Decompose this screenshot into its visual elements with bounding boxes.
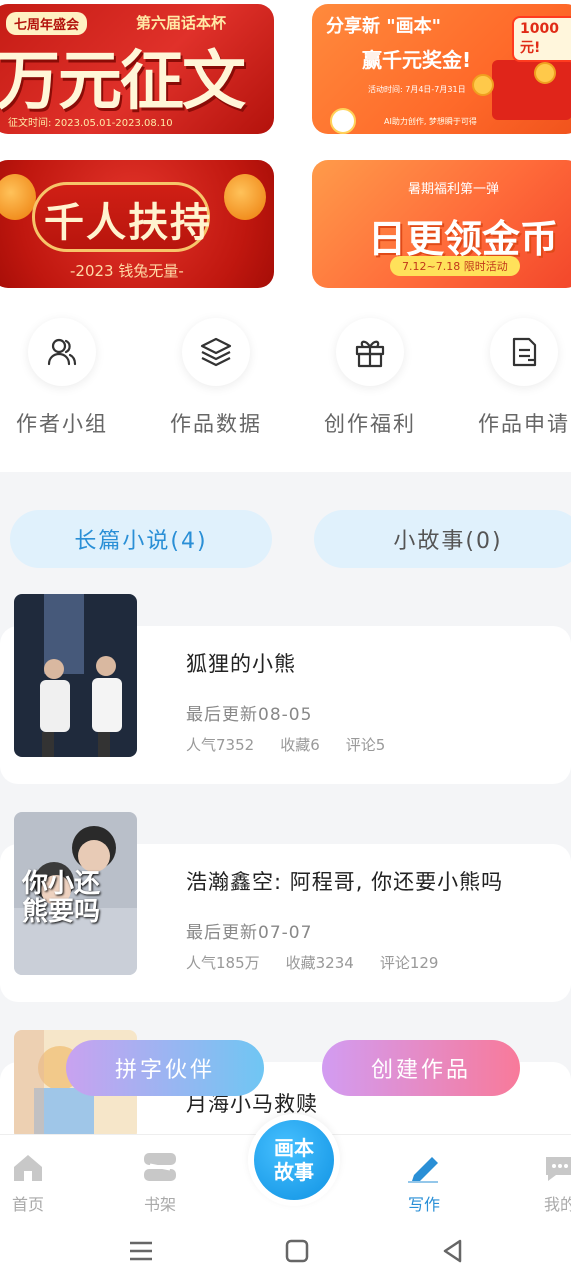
work-comments: 评论5 [345, 736, 386, 754]
work-updated: 最后更新08-05 [186, 705, 313, 725]
work-popularity: 人气185万 [186, 954, 260, 972]
banner-essay-contest[interactable]: 七周年盛会 第六届话本杯 万元征文 征文时间: 2023.05.01-2023.… [0, 4, 274, 134]
back-icon[interactable] [440, 1238, 466, 1264]
banner-title: 万元征文 [0, 44, 246, 119]
banner-subtitle: 赢千元奖金! [362, 48, 472, 72]
quick-author-group[interactable]: 作者小组 [12, 318, 112, 438]
prize-badge: 1000元! [512, 16, 571, 62]
quick-label: 作品申请 [478, 412, 570, 436]
banner-title: 分享新 "画本" [326, 16, 442, 37]
coin-icon [472, 74, 494, 96]
nav-center-label: 画本故事 [274, 1136, 314, 1184]
home-icon [14, 1155, 42, 1181]
mascot-logo [330, 108, 356, 134]
partner-button[interactable]: 拼字伙伴 [66, 1040, 264, 1096]
cover-title: 你小还熊要吗 [22, 869, 101, 927]
system-nav-bar [0, 1224, 571, 1280]
users-icon [28, 318, 96, 386]
nav-home[interactable]: 首页 [0, 1151, 68, 1215]
nav-center-story-button[interactable]: 画本故事 [248, 1114, 340, 1206]
nav-bookshelf[interactable]: 书架 [120, 1151, 200, 1215]
nav-label: 写作 [407, 1195, 440, 1214]
nav-label: 首页 [11, 1195, 44, 1214]
quick-work-application[interactable]: 作品申请 [474, 318, 571, 438]
quick-label: 创作福利 [324, 412, 416, 436]
quick-entries: 作者小组 作品数据 创作福利 作品申请 [0, 318, 571, 448]
tab-long-novels[interactable]: 长篇小说(4) [10, 510, 272, 568]
create-work-button[interactable]: 创建作品 [322, 1040, 520, 1096]
work-cover[interactable]: 你小还熊要吗 [14, 812, 137, 975]
nav-label: 书架 [143, 1195, 176, 1214]
work-popularity: 人气7352 [186, 736, 255, 754]
nav-mine[interactable]: 我的 [520, 1151, 571, 1215]
banner-title: 日更领金币 [368, 217, 559, 261]
banner-daily-update-coins[interactable]: 暑期福利第一弹 日更领金币 7.12~7.18 限时活动 [312, 160, 571, 288]
work-stats: 人气185万 收藏3234 评论129 [186, 952, 464, 973]
banner-date: 活动时间: 7月4日-7月31日 [368, 85, 466, 94]
work-favorites: 收藏3234 [285, 954, 354, 972]
gift-box-graphic [492, 60, 571, 120]
bookshelf-icon [144, 1153, 176, 1181]
work-cover[interactable] [14, 594, 137, 757]
quick-label: 作品数据 [170, 412, 262, 436]
banner-share-reward[interactable]: 分享新 "画本" 赢千元奖金! 1000元! 活动时间: 7月4日-7月31日 … [312, 4, 571, 134]
chat-icon [546, 1157, 571, 1181]
menu-icon[interactable] [128, 1240, 154, 1262]
layers-icon [182, 318, 250, 386]
work-title: 浩瀚鑫空: 阿程哥, 你还要小熊吗 [186, 870, 504, 894]
banner-caption: 暑期福利第一弹 [408, 182, 500, 197]
work-comments: 评论129 [379, 954, 439, 972]
work-title: 狐狸的小熊 [186, 652, 296, 676]
banner-date: 征文时间: 2023.05.01-2023.08.10 [8, 118, 173, 129]
nav-write[interactable]: 写作 [384, 1151, 464, 1215]
pen-icon [408, 1157, 438, 1183]
nav-label: 我的 [543, 1195, 571, 1214]
banner-support-program[interactable]: 千人扶持 -2023 钱兔无量- [0, 160, 274, 288]
lantern-icon [224, 174, 266, 220]
banner-footnote: AI助力创作, 梦想瞬于可得 [384, 117, 477, 126]
coin-icon [534, 62, 556, 84]
work-stats: 人气7352 收藏6 评论5 [186, 734, 411, 755]
document-icon [490, 318, 558, 386]
banner-subtitle: -2023 钱兔无量- [70, 262, 184, 280]
work-favorites: 收藏6 [280, 736, 320, 754]
home-square-icon[interactable] [284, 1238, 310, 1264]
work-updated: 最后更新07-07 [186, 923, 313, 943]
banner-title: 千人扶持 [44, 200, 212, 246]
quick-label: 作者小组 [16, 412, 108, 436]
banner-date-pill: 7.12~7.18 限时活动 [390, 256, 520, 276]
lantern-icon [0, 174, 36, 220]
quick-creator-benefits[interactable]: 创作福利 [320, 318, 420, 438]
gift-icon [336, 318, 404, 386]
tab-short-stories[interactable]: 小故事(0) [314, 510, 571, 568]
quick-work-data[interactable]: 作品数据 [166, 318, 266, 438]
